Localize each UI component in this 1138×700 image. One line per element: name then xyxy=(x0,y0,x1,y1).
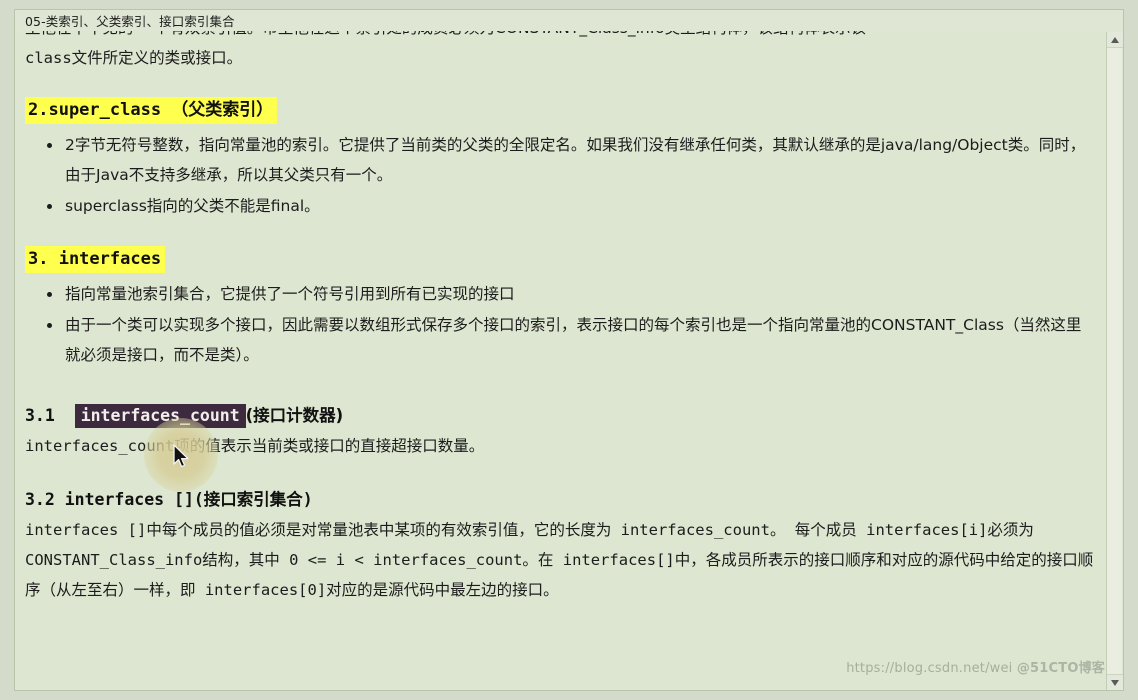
paragraph-3-2-text: interfaces []中每个成员的值必须是对常量池表中某项的有效索引值，它的… xyxy=(25,521,1094,599)
heading-3-2: 3.2 interfaces [](接口索引集合) xyxy=(25,485,1096,515)
heading-3-1-number: 3.1 xyxy=(25,406,55,425)
document-pane[interactable]: 里他在下不见的 一个有双索引值。市里他在这个索引处的成员必须为CONSTANT_… xyxy=(14,31,1124,691)
list-item: 2字节无符号整数，指向常量池的索引。它提供了当前类的父类的全限定名。如果我们没有… xyxy=(47,130,1096,190)
document-content: 里他在下不见的 一个有双索引值。市里他在这个索引处的成员必须为CONSTANT_… xyxy=(15,31,1108,605)
scroll-up-arrow-icon[interactable] xyxy=(1107,32,1123,48)
super-class-bullet-0: 2字节无符号整数，指向常量池的索引。它提供了当前类的父类的全限定名。如果我们没有… xyxy=(65,136,1086,184)
clipped-top-line: 里他在下不见的 一个有双索引值。市里他在这个索引处的成员必须为CONSTANT_… xyxy=(25,31,1096,43)
window-titlebar: 05-类索引、父类索引、接口索引集合 xyxy=(14,9,1124,31)
clipped-top-line-tail-text: class文件所定义的类或接口。 xyxy=(25,49,243,67)
list-item: 由于一个类可以实现多个接口，因此需要以数组形式保存多个接口的索引，表示接口的每个… xyxy=(47,310,1096,370)
interfaces-bullet-0: 指向常量池索引集合，它提供了一个符号引用到所有已实现的接口 xyxy=(65,285,515,303)
paragraph-3-2: interfaces []中每个成员的值必须是对常量池表中某项的有效索引值，它的… xyxy=(25,515,1096,605)
interfaces-bullet-1: 由于一个类可以实现多个接口，因此需要以数组形式保存多个接口的索引，表示接口的每个… xyxy=(65,316,1082,364)
paragraph-3-1-text: interfaces_count项的值表示当前类或接口的直接超接口数量。 xyxy=(25,437,485,455)
paragraph-3-1: interfaces_count项的值表示当前类或接口的直接超接口数量。 xyxy=(25,431,1096,461)
list-item: 指向常量池索引集合，它提供了一个符号引用到所有已实现的接口 xyxy=(47,279,1096,309)
heading-super-class-label: 2.super_class （父类索引） xyxy=(25,97,278,124)
chevron-up-icon xyxy=(1111,36,1119,43)
scroll-down-arrow-icon[interactable] xyxy=(1107,674,1123,690)
list-item: superclass指向的父类不能是final。 xyxy=(47,191,1096,221)
app-window: 05-类索引、父类索引、接口索引集合 里他在下不见的 一个有双索引值。市里他在这… xyxy=(0,0,1138,700)
heading-3-1: 3.1 interfaces_count (接口计数器) xyxy=(25,401,1096,431)
super-class-bullet-list: 2字节无符号整数，指向常量池的索引。它提供了当前类的父类的全限定名。如果我们没有… xyxy=(25,130,1096,221)
heading-3-2-label: 3.2 interfaces [](接口索引集合) xyxy=(25,490,313,509)
selected-text-interfaces-count[interactable]: interfaces_count xyxy=(74,404,246,428)
clipped-top-line-text: 里他在下不见的 一个有双索引值。市里他在这个索引处的成员必须为CONSTANT_… xyxy=(25,31,866,37)
watermark-logo: @51CTO博客 xyxy=(1016,661,1105,676)
watermark-url: https://blog.csdn.net/wei xyxy=(846,661,1013,676)
chevron-down-icon xyxy=(1111,679,1119,686)
window-title: 05-类索引、父类索引、接口索引集合 xyxy=(25,14,235,29)
heading-super-class: 2.super_class （父类索引） xyxy=(25,97,1096,124)
heading-3-1-suffix: (接口计数器) xyxy=(245,406,344,425)
heading-interfaces: 3. interfaces xyxy=(25,246,1096,273)
vertical-scrollbar[interactable] xyxy=(1106,32,1123,690)
heading-interfaces-label: 3. interfaces xyxy=(25,246,166,273)
super-class-bullet-1: superclass指向的父类不能是final。 xyxy=(65,197,320,215)
clipped-top-line-tail: class文件所定义的类或接口。 xyxy=(25,43,1096,73)
interfaces-bullet-list: 指向常量池索引集合，它提供了一个符号引用到所有已实现的接口 由于一个类可以实现多… xyxy=(25,279,1096,370)
watermark: https://blog.csdn.net/wei @51CTO博客 xyxy=(846,657,1105,676)
